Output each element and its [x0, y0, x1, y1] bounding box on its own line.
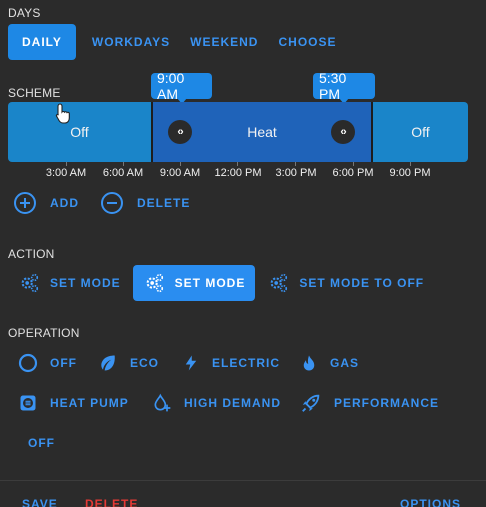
mode-high-demand-button[interactable]: HIGH DEMAND [142, 386, 291, 420]
mode-label: GAS [330, 356, 360, 370]
days-label: DAYS [8, 6, 41, 20]
slot-label: Off [70, 124, 89, 140]
tick-label: 9:00 PM [389, 167, 431, 179]
mode-label: PERFORMANCE [334, 396, 440, 410]
delete-slot-button[interactable]: DELETE [101, 192, 190, 214]
tick-mark [353, 162, 354, 166]
tick-mark [123, 162, 124, 166]
mode-label: ECO [130, 356, 160, 370]
day-choose-button[interactable]: CHOOSE [268, 24, 346, 60]
slot-off-evening[interactable]: Off [373, 102, 468, 162]
set-mode-button-active[interactable]: SET MODE [132, 265, 256, 301]
cogs-icon [270, 273, 288, 293]
tick-label: 6:00 PM [332, 167, 374, 179]
set-mode-button[interactable]: SET MODE [8, 265, 131, 301]
mode-gas-button[interactable]: GAS [290, 346, 369, 380]
tick-mark [237, 162, 238, 166]
add-slot-button[interactable]: ADD [14, 192, 79, 214]
set-mode-to-off-button[interactable]: SET MODE TO OFF [257, 265, 434, 301]
day-daily-button[interactable]: DAILY [8, 24, 76, 60]
slot-off-morning[interactable]: Off [8, 102, 151, 162]
options-button[interactable]: OPTIONS [400, 497, 461, 507]
delete-label: DELETE [137, 196, 191, 210]
days-selector: DAILY WORKDAYS WEEKEND CHOOSE [8, 24, 347, 60]
mode-label: ELECTRIC [212, 356, 280, 370]
tick-mark [66, 162, 67, 166]
schedule-timeline: Off Heat Off ‹› ‹› [8, 102, 468, 162]
mode-label: HIGH DEMAND [184, 396, 281, 410]
delete-button[interactable]: DELETE [85, 497, 138, 507]
tick-label: 3:00 PM [275, 167, 317, 179]
action-label: ACTION [8, 247, 55, 261]
mode-off-button[interactable]: OFF [8, 346, 87, 380]
add-label: ADD [50, 196, 79, 210]
mode-label: HEAT PUMP [50, 396, 129, 410]
scheme-label: SCHEME [8, 86, 61, 100]
action-label-text: SET MODE TO OFF [299, 276, 425, 290]
mode-electric-button[interactable]: ELECTRIC [172, 346, 290, 380]
end-drag-handle[interactable]: ‹› [331, 120, 355, 144]
mode-label: OFF [28, 436, 55, 450]
tick-label: 6:00 AM [102, 167, 144, 179]
flame-icon [303, 355, 315, 371]
mode-off-text-button[interactable]: OFF [18, 426, 65, 460]
action-selector: SET MODE SET MODE SET MODE TO OFF [8, 265, 436, 301]
rocket-icon [302, 394, 320, 412]
tick-label: 9:00 AM [159, 167, 201, 179]
tick-mark [410, 162, 411, 166]
bolt-icon [185, 355, 197, 371]
mouse-cursor-icon [55, 103, 70, 124]
cogs-icon [146, 273, 163, 293]
mode-heat-pump-button[interactable]: HEAT PUMP [8, 386, 139, 420]
tick-label: 12:00 PM [214, 167, 262, 179]
heat-pump-icon [20, 395, 36, 411]
tick-label: 3:00 AM [45, 167, 87, 179]
end-time-tooltip: 5:30 PM [313, 70, 375, 104]
scheme-controls: ADD DELETE [14, 192, 190, 214]
cogs-icon [21, 273, 39, 293]
save-button[interactable]: SAVE [22, 497, 58, 507]
water-plus-icon [154, 393, 171, 412]
tick-mark [295, 162, 296, 166]
leaf-icon [101, 355, 115, 371]
add-circle-icon [14, 192, 36, 214]
slot-label: Heat [247, 124, 277, 140]
minus-circle-icon [101, 192, 123, 214]
tick-mark [180, 162, 181, 166]
operation-label: OPERATION [8, 326, 80, 340]
mode-label: OFF [50, 356, 77, 370]
circle-icon [18, 353, 38, 373]
day-workdays-button[interactable]: WORKDAYS [82, 24, 180, 60]
mode-performance-button[interactable]: PERFORMANCE [290, 386, 449, 420]
day-weekend-button[interactable]: WEEKEND [180, 24, 268, 60]
start-drag-handle[interactable]: ‹› [168, 120, 192, 144]
slot-label: Off [411, 124, 430, 140]
footer-divider [0, 480, 486, 481]
mode-eco-button[interactable]: ECO [88, 346, 169, 380]
start-time-tooltip: 9:00 AM [151, 70, 212, 104]
action-label-text: SET MODE [50, 276, 121, 290]
action-label-text: SET MODE [174, 276, 246, 290]
